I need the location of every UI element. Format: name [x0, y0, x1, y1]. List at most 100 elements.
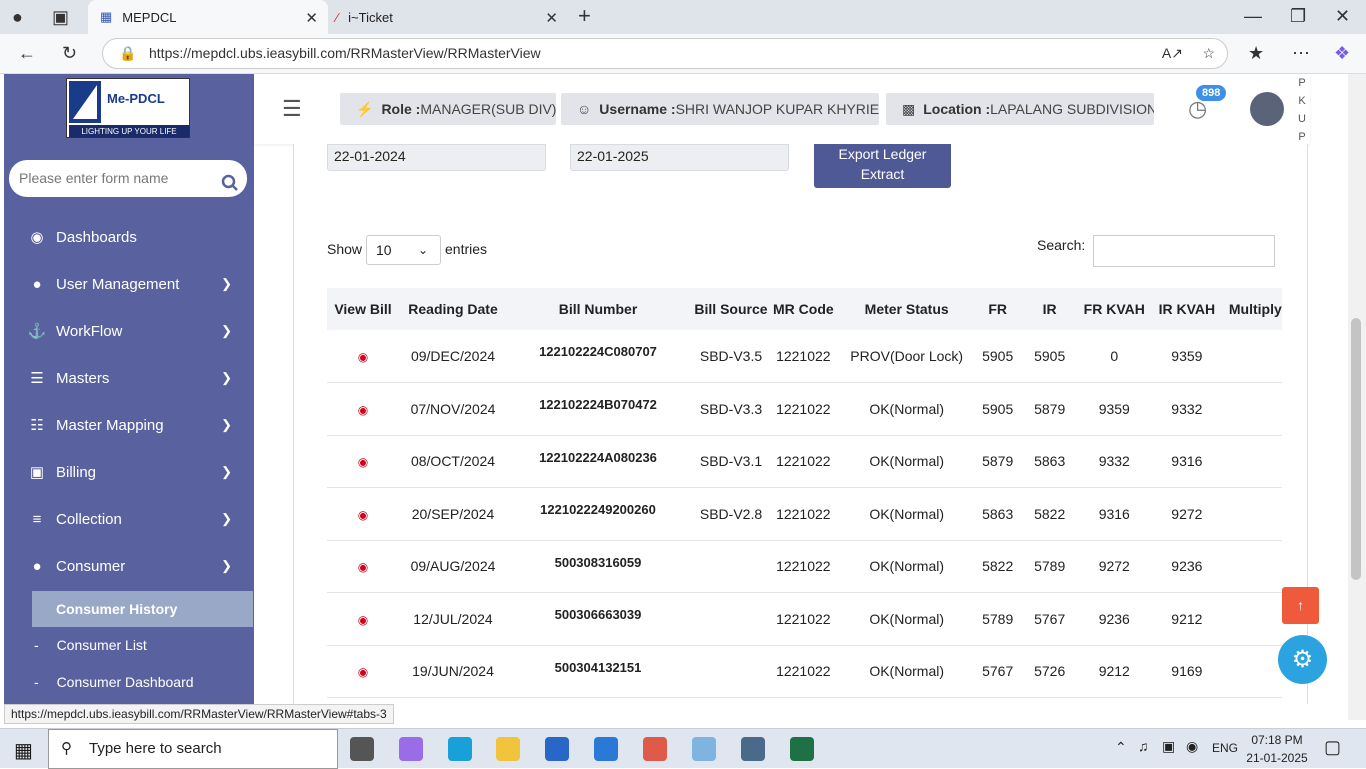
tab-actions-icon[interactable]: ▣: [52, 7, 69, 27]
view-bill-cell: ◉: [327, 540, 399, 593]
to-date-input[interactable]: 22-01-2025: [570, 144, 789, 171]
mail-icon[interactable]: [594, 737, 618, 761]
network-icon[interactable]: ▣: [1162, 738, 1175, 755]
new-tab-icon[interactable]: +: [578, 5, 591, 27]
calculator-icon[interactable]: [741, 737, 765, 761]
eye-icon[interactable]: ◉: [358, 613, 368, 627]
tab-mepdcl[interactable]: ▦ MEPDCL ✕: [88, 0, 328, 34]
more-menu-icon[interactable]: ⋯: [1292, 43, 1310, 63]
list-icon: ≡: [32, 510, 42, 528]
eye-icon[interactable]: ◉: [358, 455, 368, 469]
nav-item-dashboards[interactable]: ◉ Dashboards: [4, 222, 254, 252]
language-indicator[interactable]: ENG: [1212, 741, 1238, 755]
cell-frk: 9332: [1083, 435, 1145, 488]
notification-center-icon[interactable]: ▢: [1324, 737, 1341, 758]
search-icon[interactable]: [221, 169, 239, 206]
list-icon: ☰: [30, 370, 44, 387]
back-icon[interactable]: ←: [18, 43, 36, 63]
cell-bill: 122102224B070472: [507, 382, 689, 436]
mepdcl-logo[interactable]: Me-PDCL LIGHTING UP YOUR LIFE: [66, 78, 190, 138]
sub-item-consumer-dashboard[interactable]: - Consumer Dashboard: [34, 674, 194, 690]
entries-select[interactable]: 10 ⌄: [366, 235, 441, 265]
favorite-star-icon[interactable]: ☆: [1202, 39, 1215, 68]
taskbar-clock[interactable]: 07:18 PM 21-01-2025: [1246, 731, 1308, 767]
read-aloud-icon[interactable]: A↗: [1162, 39, 1183, 68]
cell-status: OK(Normal): [833, 697, 980, 704]
cell-frk: 9169: [1083, 697, 1145, 704]
eye-icon[interactable]: ◉: [358, 508, 368, 522]
eye-icon[interactable]: ◉: [358, 350, 368, 364]
hamburger-menu-icon[interactable]: ☰: [282, 96, 302, 122]
settings-fab[interactable]: ⚙: [1278, 635, 1327, 684]
nav-label: Dashboards: [56, 228, 137, 246]
nav-item-collection[interactable]: ≡ Collection ❯: [4, 504, 254, 534]
favorites-icon[interactable]: ★: [1248, 43, 1264, 63]
volume-icon[interactable]: ♫: [1138, 738, 1149, 754]
form-search-input[interactable]: Please enter form name: [9, 160, 247, 197]
copilot-icon[interactable]: ❖: [1334, 43, 1350, 63]
reload-icon[interactable]: ↻: [62, 43, 77, 63]
tab-iticket[interactable]: ∕ i~Ticket ✕: [328, 0, 568, 34]
file-explorer-icon[interactable]: [496, 737, 520, 761]
column-header[interactable]: Multiply: [1228, 288, 1282, 330]
search-icon: ⚲: [61, 740, 72, 757]
task-view-icon[interactable]: [350, 737, 374, 761]
profile-icon[interactable]: ●: [12, 7, 23, 27]
from-date-input[interactable]: 22-01-2024: [327, 144, 546, 171]
minimize-icon[interactable]: —: [1244, 6, 1262, 26]
chevron-right-icon: ❯: [221, 370, 232, 385]
column-header[interactable]: Bill Number: [507, 288, 689, 330]
column-header[interactable]: IR: [1015, 288, 1084, 330]
wifi-icon[interactable]: ◉: [1186, 738, 1198, 755]
nav-item-masters[interactable]: ☰ Masters ❯: [4, 363, 254, 393]
edge-icon[interactable]: [448, 737, 472, 761]
column-header[interactable]: Bill Source: [689, 288, 773, 330]
sub-item-consumer-history[interactable]: Consumer History: [32, 591, 253, 627]
windows-start-icon[interactable]: ▦: [14, 738, 33, 763]
nav-item-master-mapping[interactable]: ☷ Master Mapping ❯: [4, 410, 254, 440]
column-header[interactable]: MR Code: [773, 288, 834, 330]
nav-item-consumer[interactable]: ● Consumer ❯: [4, 551, 254, 581]
store-icon[interactable]: [545, 737, 569, 761]
cell-mr: 1221022: [773, 645, 834, 698]
column-header[interactable]: Reading Date: [399, 288, 507, 330]
close-tab-icon[interactable]: ✕: [545, 9, 558, 27]
cell-status: OK(Normal): [833, 435, 980, 488]
eye-icon[interactable]: ◉: [358, 403, 368, 417]
avatar[interactable]: [1250, 92, 1284, 126]
close-window-icon[interactable]: ✕: [1335, 6, 1350, 26]
scroll-top-button[interactable]: ↑: [1282, 587, 1319, 624]
nav-item-user-management[interactable]: ● User Management ❯: [4, 269, 254, 299]
excel-icon[interactable]: [790, 737, 814, 761]
paint-icon[interactable]: [692, 737, 716, 761]
tray-chevron-icon[interactable]: ⌃: [1115, 739, 1127, 756]
nav-label: User Management: [56, 275, 180, 293]
sub-item-consumer-list[interactable]: - Consumer List: [34, 637, 147, 653]
restore-icon[interactable]: ❐: [1290, 6, 1306, 26]
cell-multiply: [1228, 487, 1282, 541]
column-header[interactable]: View Bill: [327, 288, 399, 330]
cell-ir: 5681: [1015, 697, 1084, 704]
export-ledger-button[interactable]: Export Ledger Extract: [814, 144, 951, 188]
nav-item-workflow[interactable]: ⚓ WorkFlow ❯: [4, 316, 254, 346]
copilot-app-icon[interactable]: [399, 737, 423, 761]
scrollbar-thumb[interactable]: [1351, 318, 1361, 580]
column-header[interactable]: Meter Status: [833, 288, 980, 330]
url-field[interactable]: 🔒 https://mepdcl.ubs.ieasybill.com/RRMas…: [102, 38, 1228, 69]
column-header[interactable]: FR KVAH: [1083, 288, 1145, 330]
eye-icon[interactable]: ◉: [358, 665, 368, 679]
table-search-input[interactable]: [1093, 235, 1275, 267]
cell-status: OK(Normal): [833, 382, 980, 436]
close-tab-icon[interactable]: ✕: [305, 9, 318, 27]
column-header[interactable]: IR KVAH: [1144, 288, 1229, 330]
pinned-app-icon[interactable]: [643, 737, 667, 761]
column-header[interactable]: FR: [979, 288, 1016, 330]
sub-label: Consumer List: [56, 637, 147, 653]
cell-date: 12/JUL/2024: [399, 592, 507, 646]
clock-time: 07:18 PM: [1251, 733, 1303, 747]
nav-item-billing[interactable]: ▣ Billing ❯: [4, 457, 254, 487]
cell-source: [689, 540, 773, 593]
user-circle-icon: ☺: [577, 101, 592, 117]
eye-icon[interactable]: ◉: [358, 560, 368, 574]
taskbar-search-input[interactable]: ⚲ Type here to search: [48, 729, 338, 769]
